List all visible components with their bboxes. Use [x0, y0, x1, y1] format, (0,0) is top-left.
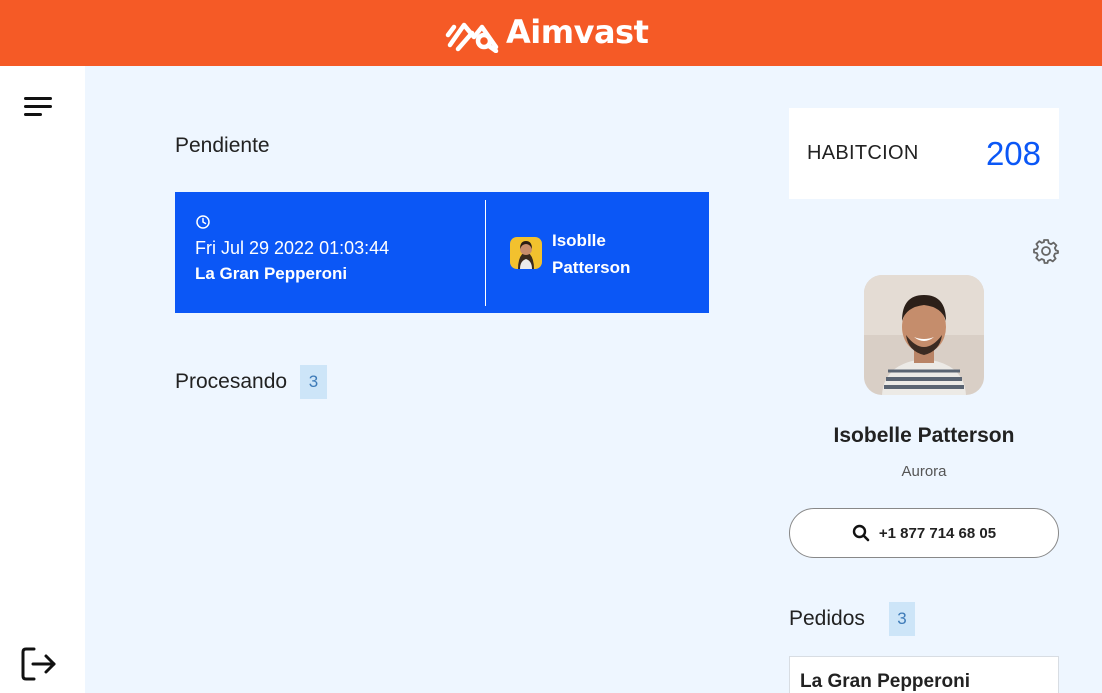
room-box: HABITCION 208 [789, 108, 1059, 199]
clock-icon [196, 215, 210, 229]
processing-title: Procesando [175, 370, 288, 393]
orders-title: Pedidos [789, 607, 865, 630]
customer-avatar [510, 237, 542, 269]
orders-count-badge: 3 [889, 602, 915, 636]
pending-title: Pendiente [175, 134, 270, 157]
logout-icon [21, 647, 56, 681]
sidebar [0, 66, 85, 693]
brand-name: Aimvast [506, 13, 649, 51]
menu-button[interactable] [22, 94, 56, 120]
aimvast-logo-icon [445, 22, 499, 53]
order-info: Fri Jul 29 2022 01:03:44 La Gran Peppero… [195, 214, 389, 284]
profile-location: Aurora [901, 463, 947, 480]
phone-button[interactable]: +1 877 714 68 05 [789, 508, 1059, 558]
settings-button[interactable] [1033, 238, 1059, 264]
order-datetime: Fri Jul 29 2022 01:03:44 [195, 238, 390, 258]
gear-icon [1033, 239, 1059, 264]
customer-first-name: Isoblle [552, 231, 606, 250]
logout-button[interactable] [20, 646, 58, 682]
main-content: Pendiente Fri Jul 29 2022 01:03:44 La Gr… [85, 66, 1102, 693]
search-icon [852, 524, 870, 542]
profile-photo [864, 275, 984, 395]
order-item-name: La Gran Pepperoni [800, 671, 970, 692]
room-label: HABITCION [807, 142, 919, 164]
top-bar: Aimvast [0, 0, 1102, 66]
order-divider [485, 200, 486, 306]
order-customer-name: Isoblle Patterson [552, 227, 662, 281]
hamburger-menu-icon [24, 97, 52, 116]
customer-last-name: Patterson [552, 258, 631, 277]
order-restaurant: La Gran Pepperoni [195, 264, 348, 283]
profile-name: Isobelle Patterson [833, 424, 1015, 447]
room-number: 208 [985, 135, 1041, 172]
pending-order-card[interactable]: Fri Jul 29 2022 01:03:44 La Gran Peppero… [175, 192, 709, 313]
brand-logo[interactable]: Aimvast [444, 10, 649, 54]
phone-number: +1 877 714 68 05 [878, 524, 997, 542]
list-item[interactable]: La Gran Pepperoni [789, 656, 1059, 693]
processing-count-badge: 3 [300, 365, 327, 399]
